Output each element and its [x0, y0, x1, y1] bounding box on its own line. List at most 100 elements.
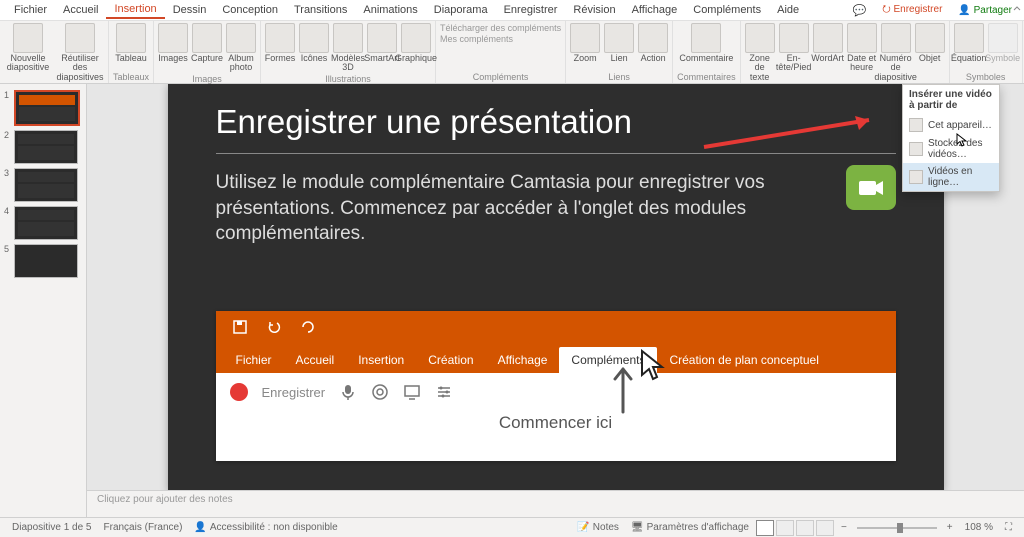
- header-footer-button[interactable]: En-tête/Pied: [779, 23, 809, 73]
- embedded-tab-fichier: Fichier: [224, 347, 284, 373]
- thumbnail-2[interactable]: [14, 130, 78, 164]
- embedded-tab-accueil: Accueil: [284, 347, 347, 373]
- photo-album-button[interactable]: Album photo: [226, 23, 256, 73]
- mic-icon: [339, 383, 357, 401]
- language-indicator[interactable]: Français (France): [98, 522, 189, 533]
- dropdown-item-this-device[interactable]: Cet appareil…: [903, 115, 999, 135]
- zoom-button[interactable]: Zoom: [570, 23, 600, 63]
- notes-toggle[interactable]: 📝 Notes: [571, 522, 625, 533]
- ribbon-group-complements: Télécharger des compléments Mes compléme…: [436, 21, 566, 83]
- zoom-in-button[interactable]: +: [941, 522, 959, 533]
- table-button[interactable]: Tableau: [113, 23, 149, 63]
- thumbnail-4[interactable]: [14, 206, 78, 240]
- action-button[interactable]: Action: [638, 23, 668, 63]
- menu-tab-enregistrer[interactable]: Enregistrer: [496, 2, 566, 18]
- zoom-out-button[interactable]: −: [835, 522, 853, 533]
- sliders-icon: [435, 383, 453, 401]
- slide-thumbnails-panel: 1 2 3 4 5: [0, 84, 87, 519]
- embedded-tab-complements: Compléments: [559, 347, 657, 373]
- equation-button[interactable]: Équation: [954, 23, 984, 63]
- zoom-level[interactable]: 108 %: [959, 522, 999, 533]
- menu-tab-accueil[interactable]: Accueil: [55, 2, 106, 18]
- menu-tab-complements[interactable]: Compléments: [685, 2, 769, 18]
- thumbnail-3[interactable]: [14, 168, 78, 202]
- display-settings-button[interactable]: 🖥 Paramètres d'affichage: [625, 522, 755, 533]
- canvas-area: Enregistrer une présentation Utilisez le…: [87, 84, 1024, 519]
- menu-tab-animations[interactable]: Animations: [355, 2, 425, 18]
- embedded-screenshot: Fichier Accueil Insertion Création Affic…: [216, 311, 896, 461]
- save-button[interactable]: ⭮ Enregistrer: [876, 0, 948, 21]
- accessibility-indicator[interactable]: 👤 Accessibilité : non disponible: [188, 522, 343, 533]
- shapes-button[interactable]: Formes: [265, 23, 295, 63]
- menu-tab-diaporama[interactable]: Diaporama: [426, 2, 496, 18]
- thumbnail-5[interactable]: [14, 244, 78, 278]
- embedded-tab-plan: Création de plan conceptuel: [657, 347, 830, 373]
- reuse-slides-button[interactable]: Réutiliser des diapositives: [56, 23, 104, 82]
- ribbon-group-illustrations: Formes Icônes Modèles 3D SmartArt Graphi…: [261, 21, 436, 83]
- embedded-tab-affichage: Affichage: [486, 347, 560, 373]
- menu-tab-revision[interactable]: Révision: [565, 2, 623, 18]
- ribbon-group-images: Images Capture Album photo Images: [154, 21, 261, 83]
- thumbnail-1[interactable]: [14, 90, 80, 126]
- object-button[interactable]: Objet: [915, 23, 945, 63]
- slide-canvas[interactable]: Enregistrer une présentation Utilisez le…: [87, 84, 1024, 490]
- share-button[interactable]: 👤 Partager: [952, 3, 1018, 18]
- smartart-button[interactable]: SmartArt: [367, 23, 397, 63]
- menu-tab-aide[interactable]: Aide: [769, 2, 807, 18]
- comment-button[interactable]: Commentaire: [682, 23, 730, 63]
- status-bar: Diapositive 1 de 5 Français (France) 👤 A…: [0, 517, 1024, 537]
- 3d-models-button[interactable]: Modèles 3D: [333, 23, 363, 73]
- ribbon-group-texte: Zone de texte En-tête/Pied WordArt Date …: [741, 21, 950, 83]
- link-button[interactable]: Lien: [604, 23, 634, 63]
- comment-icon[interactable]: 💬: [853, 4, 867, 17]
- icons-button[interactable]: Icônes: [299, 23, 329, 63]
- fit-to-window-button[interactable]: ⛶: [999, 522, 1018, 533]
- embedded-toolbar: Enregistrer: [216, 373, 896, 411]
- record-dot-icon: [230, 383, 248, 401]
- slideshow-view-button[interactable]: [816, 520, 834, 536]
- menu-tab-fichier[interactable]: Fichier: [6, 2, 55, 18]
- ribbon-group-commentaires: Commentaire Commentaires: [673, 21, 741, 83]
- notes-pane[interactable]: Cliquez pour ajouter des notes: [87, 490, 1024, 519]
- ribbon: Nouvelle diapositive Réutiliser des diap…: [0, 21, 1024, 84]
- slide-number-button[interactable]: Numéro de diapositive: [881, 23, 911, 82]
- menu-tab-dessin[interactable]: Dessin: [165, 2, 215, 18]
- embedded-quickbar: [216, 311, 896, 343]
- textbox-button[interactable]: Zone de texte: [745, 23, 775, 82]
- chart-button[interactable]: Graphique: [401, 23, 431, 63]
- dropdown-item-stock-videos[interactable]: Stockez des vidéos…: [903, 135, 999, 163]
- ribbon-group-liens: Zoom Lien Action Liens: [566, 21, 673, 83]
- dropdown-header: Insérer une vidéo à partir de: [903, 85, 999, 115]
- menu-tab-insertion[interactable]: Insertion: [106, 1, 164, 19]
- wordart-button[interactable]: WordArt: [813, 23, 843, 63]
- menu-tab-affichage[interactable]: Affichage: [624, 2, 686, 18]
- menu-tab-transitions[interactable]: Transitions: [286, 2, 355, 18]
- date-time-button[interactable]: Date et heure: [847, 23, 877, 73]
- screenshot-button[interactable]: Capture: [192, 23, 222, 63]
- menu-tab-conception[interactable]: Conception: [214, 2, 286, 18]
- normal-view-button[interactable]: [756, 520, 774, 536]
- video-dropdown-menu: Insérer une vidéo à partir de Cet appare…: [902, 84, 1000, 192]
- slide-title: Enregistrer une présentation: [168, 84, 944, 145]
- undo-icon: [266, 319, 282, 335]
- ribbon-group-tableaux: Tableau Tableaux: [109, 21, 154, 83]
- target-icon: [371, 383, 389, 401]
- dropdown-item-online-videos[interactable]: Vidéos en ligne…: [903, 163, 999, 191]
- zoom-slider[interactable]: [857, 527, 937, 529]
- save-icon: [232, 319, 248, 335]
- online-video-icon: [909, 170, 923, 184]
- images-button[interactable]: Images: [158, 23, 188, 63]
- redo-icon: [300, 319, 316, 335]
- new-slide-button[interactable]: Nouvelle diapositive: [4, 23, 52, 73]
- current-slide: Enregistrer une présentation Utilisez le…: [168, 84, 944, 490]
- slide-counter[interactable]: Diapositive 1 de 5: [6, 522, 98, 533]
- collapse-ribbon-icon[interactable]: [1012, 4, 1022, 14]
- reading-view-button[interactable]: [796, 520, 814, 536]
- symbol-button[interactable]: Symbole: [988, 23, 1018, 63]
- ribbon-group-symboles: Équation Symbole Symboles: [950, 21, 1023, 83]
- embedded-tabs: Fichier Accueil Insertion Création Affic…: [216, 343, 896, 373]
- addins-stack[interactable]: Télécharger des compléments Mes compléme…: [440, 23, 561, 44]
- embedded-footer-text: Commencer ici: [216, 411, 896, 461]
- monitor-icon: [403, 383, 421, 401]
- sorter-view-button[interactable]: [776, 520, 794, 536]
